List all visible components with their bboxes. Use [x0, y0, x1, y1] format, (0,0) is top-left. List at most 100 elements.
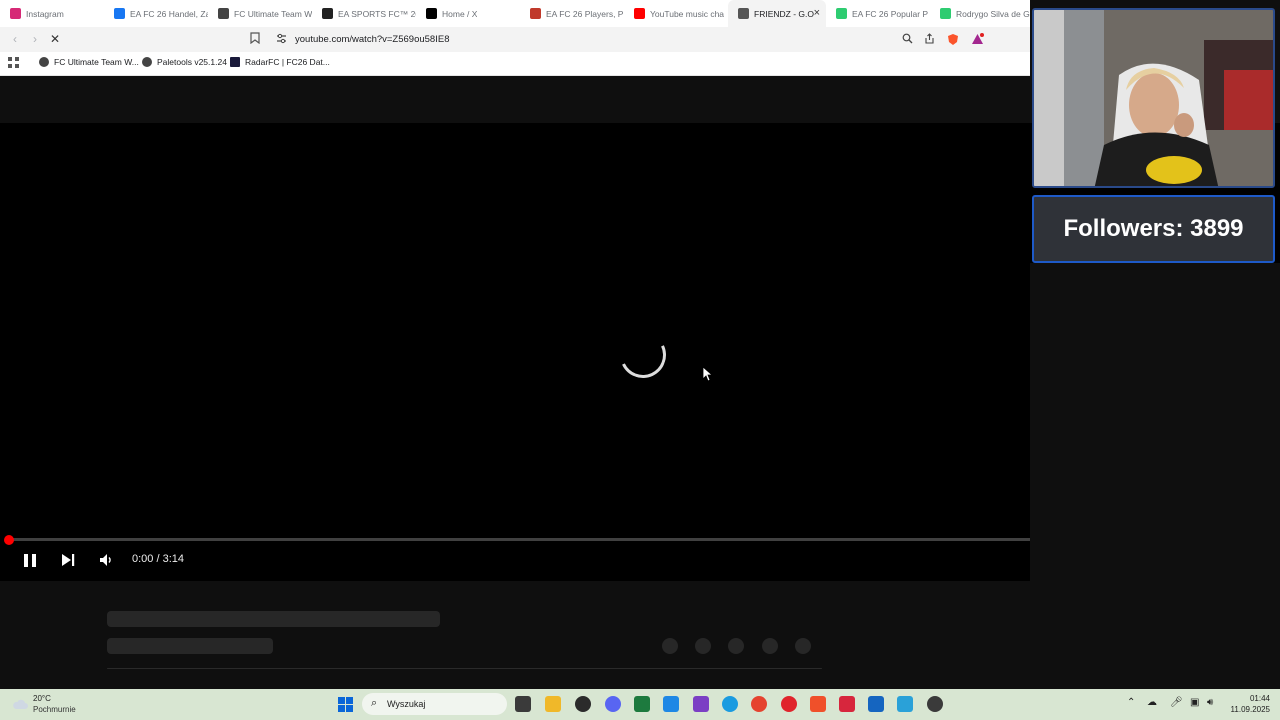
x-icon [426, 8, 437, 19]
volume-button[interactable] [96, 550, 116, 570]
tab-label: EA FC 26 Players, P [546, 8, 624, 19]
bookmark-page-icon[interactable] [248, 32, 262, 46]
time-display: 0:00 / 3:14 [132, 553, 184, 565]
futgg-icon [940, 8, 951, 19]
clapper-icon[interactable] [693, 696, 709, 712]
onedrive-icon[interactable]: ☁ [1147, 697, 1157, 708]
zoom-icon[interactable] [900, 33, 914, 47]
url-text: youtube.com/watch?v=Z569ou58IE8 [295, 34, 450, 45]
vscode-icon[interactable] [663, 696, 679, 712]
tab-bar: Instagram EA FC 26 Handel, Za FC Ultimate … [0, 0, 1030, 27]
channel-skeleton [107, 638, 273, 654]
next-video-button[interactable] [58, 550, 78, 570]
browser-tab[interactable]: FRIENDZ - G.O × [728, 0, 826, 27]
tab-label: FC Ultimate Team W [234, 8, 312, 19]
cloud-icon [12, 697, 28, 709]
right-panel [1030, 263, 1280, 689]
wps-icon[interactable] [897, 696, 913, 712]
discord-icon[interactable] [605, 696, 621, 712]
chevron-up-icon[interactable]: ⌃ [1127, 697, 1135, 708]
instagram-icon [10, 8, 21, 19]
action-skeleton [728, 638, 744, 654]
action-skeleton [762, 638, 778, 654]
action-skeleton [662, 638, 678, 654]
tab-label: Rodrygo Silva de G [956, 8, 1030, 19]
youtube-header [0, 76, 1030, 123]
tab-label: YouTube music cha [650, 8, 725, 19]
excel-icon[interactable] [634, 696, 650, 712]
browser-tab[interactable]: EA FC 26 Handel, Za [104, 0, 208, 27]
windows-taskbar: 20°C Pochmurnie ⌕ Wyszukaj ⌃ ☁ 🎤︎ ▣ 🔊︎ 0… [0, 689, 1280, 720]
globe-icon [39, 57, 49, 67]
video-details-skeleton [0, 581, 1030, 689]
divider [107, 668, 822, 669]
clock-time: 01:44 [1249, 694, 1270, 703]
audio-icon [738, 8, 749, 19]
futbin-icon [530, 8, 541, 19]
weather-description[interactable]: Pochmurnie [33, 705, 76, 714]
brave-icon[interactable] [810, 696, 826, 712]
browser-tab[interactable]: Home / X [416, 0, 520, 27]
browser-tab[interactable]: Instagram [0, 0, 104, 27]
brave-shields-icon[interactable] [946, 33, 960, 47]
tab-label: EA SPORTS FC™ 26 [338, 8, 416, 19]
weather-temperature[interactable]: 20°C [33, 694, 51, 703]
stop-loading-icon[interactable]: ✕ [48, 32, 62, 46]
chrome-icon[interactable] [751, 696, 767, 712]
clock-date: 11.09.2025 [1230, 705, 1270, 714]
bookmarks-bar: FC Ultimate Team W... Paletools v25.1.24… [0, 52, 1030, 76]
obs-icon[interactable] [575, 696, 591, 712]
scrubber-handle[interactable] [4, 535, 14, 545]
taskbar-clock[interactable]: 01:44 11.09.2025 [1228, 693, 1270, 715]
browser-tab[interactable]: EA SPORTS FC™ 26 [312, 0, 416, 27]
tab-label: FRIENDZ - G.O [754, 8, 814, 19]
bookmark-paletools[interactable]: Paletools v25.1.24 [142, 57, 227, 67]
app-icon[interactable] [927, 696, 943, 712]
speaker-icon[interactable]: 🔊︎ [1207, 697, 1213, 708]
futgg-icon [836, 8, 847, 19]
photos-icon[interactable] [868, 696, 884, 712]
browser-tab[interactable]: Rodrygo Silva de G [930, 0, 1030, 27]
file-explorer-icon[interactable] [545, 696, 561, 712]
forward-icon[interactable]: › [28, 32, 42, 46]
url-field[interactable]: youtube.com/watch?v=Z569ou58IE8 [270, 30, 990, 49]
bookmark-fc-ultimate-team[interactable]: FC Ultimate Team W... [39, 57, 139, 67]
bookmark-radarfc[interactable]: RadarFC | FC26 Dat... [230, 57, 330, 67]
search-icon: ⌕ [371, 697, 378, 709]
taskbar-search[interactable]: ⌕ Wyszukaj [362, 693, 507, 715]
opera-icon[interactable] [781, 696, 797, 712]
tab-label: Home / X [442, 8, 478, 19]
apps-grid-icon[interactable] [8, 57, 19, 68]
youtube-icon [634, 8, 645, 19]
vivaldi-icon[interactable] [839, 696, 855, 712]
tab-label: EA FC 26 Handel, Za [130, 8, 208, 19]
microphone-icon[interactable]: 🎤︎ [1170, 697, 1183, 708]
title-skeleton [107, 611, 440, 627]
action-skeleton [695, 638, 711, 654]
pause-button[interactable] [20, 550, 40, 570]
task-view-icon[interactable] [515, 696, 531, 712]
followers-counter: Followers: 3899 [1032, 195, 1275, 263]
share-icon[interactable] [922, 33, 936, 47]
network-icon[interactable]: ▣ [1190, 697, 1199, 708]
site-settings-icon[interactable] [274, 33, 288, 47]
bookmark-label: FC Ultimate Team W... [54, 57, 139, 67]
webcam-overlay [1032, 8, 1275, 188]
address-bar-row: ‹ › ✕ youtube.com/watch?v=Z569ou58IE8 [0, 27, 1030, 52]
globe-icon [142, 57, 152, 67]
close-tab-icon[interactable]: × [814, 7, 820, 19]
globe-icon [218, 8, 229, 19]
windows-start-icon[interactable] [338, 697, 353, 712]
browser-tab[interactable]: YouTube music cha [624, 0, 728, 27]
bookmark-label: RadarFC | FC26 Dat... [245, 57, 330, 67]
browser-tab[interactable]: EA FC 26 Popular P [826, 0, 930, 27]
edge-icon[interactable] [722, 696, 738, 712]
action-skeleton [795, 638, 811, 654]
ea-icon [322, 8, 333, 19]
bookmark-label: Paletools v25.1.24 [157, 57, 227, 67]
brave-rewards-icon[interactable] [970, 33, 984, 47]
search-placeholder: Wyszukaj [387, 699, 426, 709]
browser-tab[interactable]: FC Ultimate Team W [208, 0, 312, 27]
browser-tab[interactable]: EA FC 26 Players, P [520, 0, 624, 27]
back-icon[interactable]: ‹ [8, 32, 22, 46]
